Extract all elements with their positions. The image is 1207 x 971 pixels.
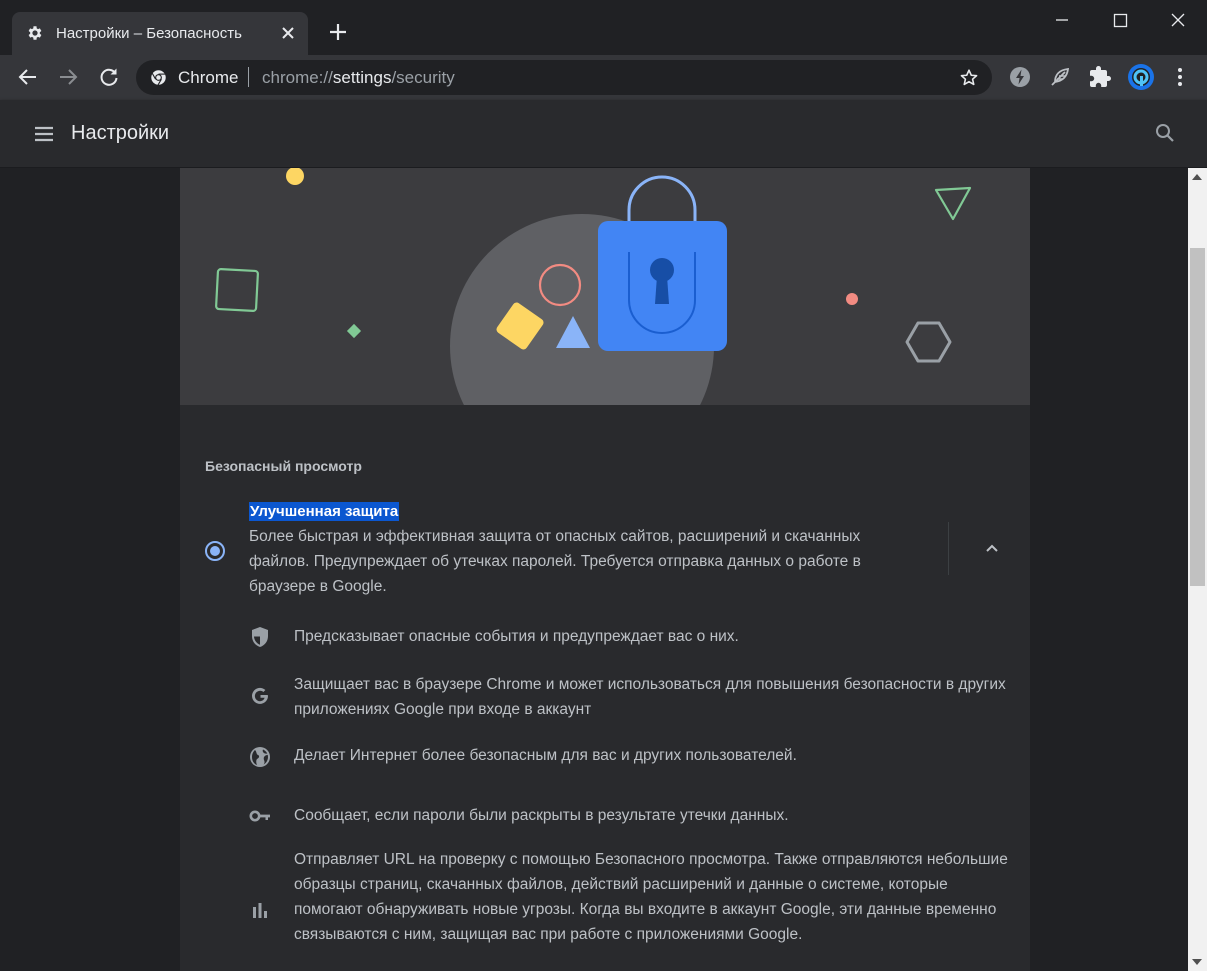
bookmark-star-icon[interactable]	[958, 67, 980, 89]
chrome-logo-icon	[151, 70, 166, 86]
chevron-up-icon[interactable]	[982, 538, 1002, 558]
new-tab-plus-icon[interactable]	[326, 20, 350, 44]
minimize-icon[interactable]	[1048, 8, 1076, 32]
green-square-shape	[215, 268, 259, 312]
profile-avatar-icon[interactable]	[1127, 63, 1155, 91]
omnibox-separator	[248, 67, 249, 87]
keyhole-bottom-shape	[655, 276, 669, 304]
red-dot-shape	[846, 293, 858, 305]
page-title: Настройки	[71, 122, 170, 144]
kebab-menu-icon[interactable]	[1168, 65, 1192, 89]
gear-icon	[28, 26, 42, 40]
green-diamond-shape	[346, 323, 362, 339]
scroll-up-arrow-icon[interactable]	[1192, 174, 1202, 180]
green-triangle-shape	[934, 186, 972, 221]
close-window-icon[interactable]	[1164, 8, 1192, 32]
maximize-icon[interactable]	[1106, 8, 1134, 32]
close-tab-icon[interactable]	[278, 23, 298, 43]
browser-toolbar: Chrome chrome://settings/security	[0, 55, 1207, 100]
feature-text: Предсказывает опасные события и предупре…	[294, 628, 739, 645]
tab-strip: Настройки – Безопасность	[0, 0, 1207, 55]
bar-chart-icon	[253, 903, 267, 918]
reload-icon[interactable]	[97, 65, 121, 89]
security-card: Безопасный просмотр Улучшенная защита Бо…	[180, 168, 1030, 971]
enhanced-protection-label[interactable]: Улучшенная защита	[249, 502, 400, 521]
enhanced-protection-description: Более быстрая и эффективная защита от оп…	[249, 528, 861, 595]
feature-text: Отправляет URL на проверку с помощью Без…	[294, 851, 1008, 943]
tab-settings-security[interactable]: Настройки – Безопасность	[12, 12, 308, 55]
settings-content: Безопасный просмотр Улучшенная защита Бо…	[0, 168, 1188, 971]
google-g-icon	[252, 687, 268, 704]
hamburger-menu-icon[interactable]	[32, 122, 56, 146]
feature-text: Защищает вас в браузере Chrome и может и…	[294, 676, 1006, 718]
illustration-svg	[215, 168, 972, 405]
feature-text: Сообщает, если пароли были раскрыты в ре…	[294, 807, 789, 824]
shield-icon	[252, 627, 268, 647]
forward-arrow-icon[interactable]	[56, 65, 80, 89]
scrollbar-thumb[interactable]	[1190, 248, 1205, 586]
section-title-safe-browsing: Безопасный просмотр	[205, 458, 362, 474]
yellow-dot-shape	[286, 168, 304, 185]
url-text[interactable]: chrome://settings/security	[262, 68, 455, 88]
page-scrollbar[interactable]	[1188, 168, 1207, 971]
settings-header: Настройки	[0, 100, 1207, 168]
puzzle-extensions-icon[interactable]	[1088, 65, 1112, 89]
lightning-extension-icon[interactable]	[1008, 65, 1032, 89]
feature-text: Делает Интернет более безопасным для вас…	[294, 747, 797, 764]
key-icon	[249, 810, 270, 822]
address-bar[interactable]: Chrome chrome://settings/security	[136, 60, 992, 95]
feather-extension-icon[interactable]	[1048, 65, 1072, 89]
search-icon[interactable]	[1153, 121, 1177, 145]
back-arrow-icon[interactable]	[16, 65, 40, 89]
site-chip: Chrome	[178, 68, 239, 87]
security-illustration	[180, 168, 1030, 405]
globe-icon	[250, 747, 270, 767]
grey-hexagon-shape	[905, 321, 952, 363]
enhanced-protection-radio[interactable]	[204, 540, 226, 562]
tab-title: Настройки – Безопасность	[56, 25, 242, 42]
vertical-separator	[948, 522, 949, 575]
scroll-down-arrow-icon[interactable]	[1192, 959, 1202, 965]
